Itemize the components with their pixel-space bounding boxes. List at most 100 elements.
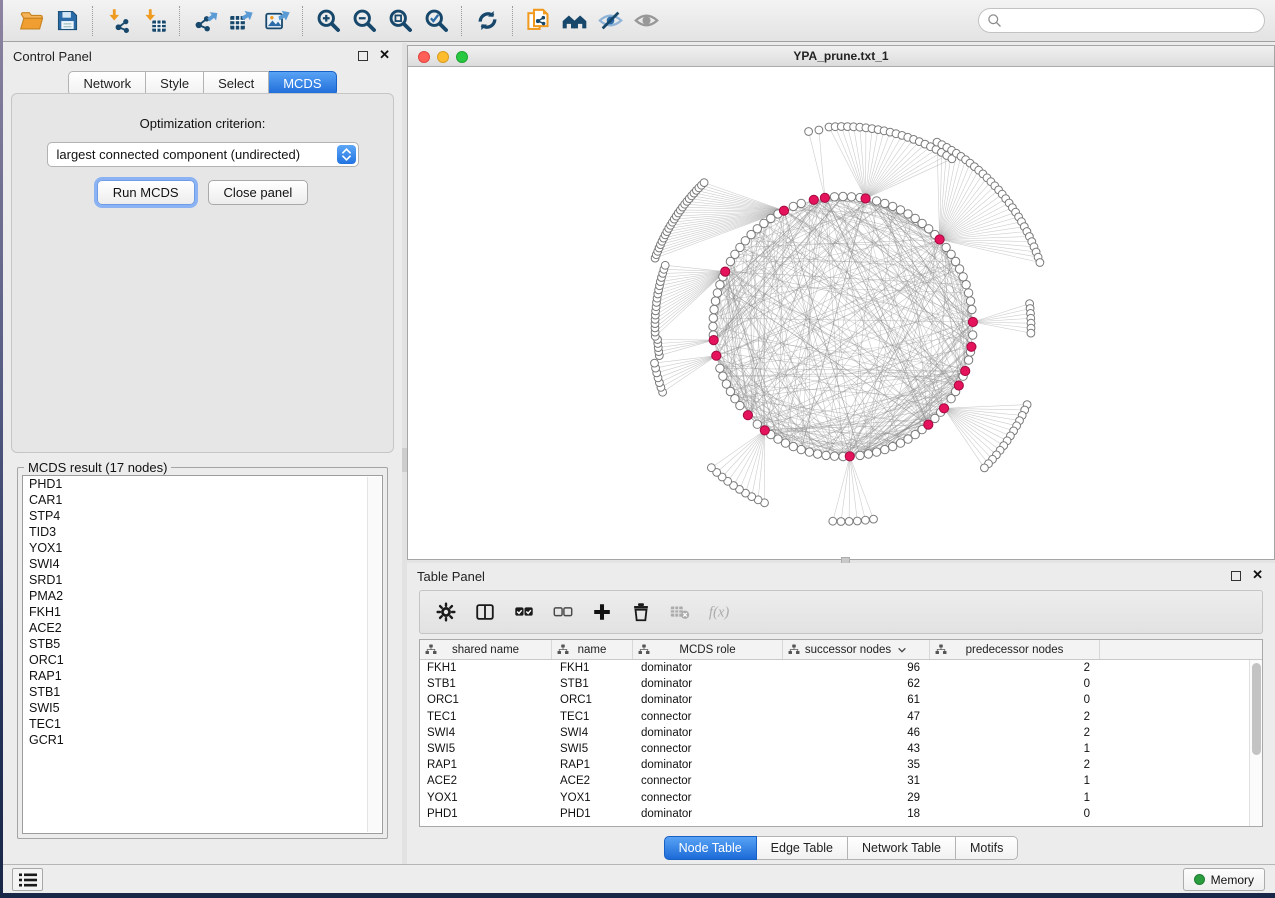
export-network-button[interactable] <box>187 4 223 38</box>
mcds-result-item[interactable]: FKH1 <box>23 604 382 620</box>
graph-node[interactable] <box>845 518 853 526</box>
graph-hub-node[interactable] <box>743 411 752 420</box>
maximize-window-icon[interactable] <box>456 51 468 63</box>
graph-node[interactable] <box>716 281 724 289</box>
graph-node[interactable] <box>829 517 837 525</box>
graph-node[interactable] <box>853 517 861 525</box>
column-header-MCDS-role[interactable]: MCDS role <box>633 640 783 659</box>
table-row[interactable]: SWI4SWI4dominator462 <box>420 725 1249 741</box>
run-mcds-button[interactable]: Run MCDS <box>97 180 195 205</box>
mcds-result-item[interactable]: RAP1 <box>23 668 382 684</box>
close-panel-button[interactable]: Close panel <box>208 180 309 205</box>
graph-node[interactable] <box>955 265 963 273</box>
graph-node[interactable] <box>881 445 889 453</box>
graph-hub-node[interactable] <box>939 404 948 413</box>
graph-hub-node[interactable] <box>820 193 829 202</box>
open-file-button[interactable] <box>13 4 49 38</box>
column-header-shared-name[interactable]: shared name <box>420 640 552 659</box>
graph-node[interactable] <box>889 202 897 210</box>
mcds-result-item[interactable]: ACE2 <box>23 620 382 636</box>
table-scrollbar-thumb[interactable] <box>1252 663 1261 755</box>
first-neighbors-button[interactable] <box>556 4 592 38</box>
graph-node[interactable] <box>700 179 708 187</box>
mcds-result-item[interactable]: ORC1 <box>23 652 382 668</box>
tab-motifs[interactable]: Motifs <box>956 836 1018 860</box>
zoom-out-button[interactable] <box>346 4 382 38</box>
export-image-button[interactable] <box>259 4 295 38</box>
graph-hub-node[interactable] <box>968 317 977 326</box>
close-panel-icon[interactable]: ✕ <box>379 47 390 63</box>
mcds-result-item[interactable]: STB5 <box>23 636 382 652</box>
zoom-selected-button[interactable] <box>418 4 454 38</box>
add-column-button[interactable] <box>590 600 614 624</box>
graph-node[interactable] <box>830 193 838 201</box>
graph-hub-node[interactable] <box>935 235 944 244</box>
graph-node[interactable] <box>896 439 904 447</box>
graph-node[interactable] <box>872 448 880 456</box>
mcds-result-item[interactable]: SWI4 <box>23 556 382 572</box>
mcds-result-item[interactable]: CAR1 <box>23 492 382 508</box>
mcds-result-item[interactable]: STB1 <box>23 684 382 700</box>
graph-node[interactable] <box>847 193 855 201</box>
close-table-panel-icon[interactable]: ✕ <box>1252 567 1263 583</box>
graph-node[interactable] <box>964 356 972 364</box>
graph-node[interactable] <box>716 364 724 372</box>
graph-node[interactable] <box>708 464 716 472</box>
graph-hub-node[interactable] <box>760 426 769 435</box>
mcds-list-scrollbar[interactable] <box>367 477 381 832</box>
deselect-all-button[interactable] <box>551 600 575 624</box>
import-table-button[interactable] <box>136 4 172 38</box>
table-row[interactable]: ACE2ACE2connector311 <box>420 773 1249 789</box>
graph-node[interactable] <box>805 128 813 136</box>
graph-hub-node[interactable] <box>709 336 718 345</box>
graph-node[interactable] <box>959 273 967 281</box>
select-all-button[interactable] <box>512 600 536 624</box>
graph-node[interactable] <box>962 281 970 289</box>
graph-hub-node[interactable] <box>712 351 721 360</box>
graph-hub-node[interactable] <box>924 420 933 429</box>
graph-node[interactable] <box>981 464 989 472</box>
float-panel-icon[interactable] <box>358 51 368 61</box>
graph-node[interactable] <box>839 192 847 200</box>
graph-node[interactable] <box>1027 329 1035 337</box>
graph-node[interactable] <box>789 202 797 210</box>
graph-node[interactable] <box>822 451 830 459</box>
mcds-result-item[interactable]: PMA2 <box>23 588 382 604</box>
hide-selected-button[interactable] <box>592 4 628 38</box>
graph-node[interactable] <box>830 452 838 460</box>
mcds-result-item[interactable]: GCR1 <box>23 732 382 748</box>
export-table-button[interactable] <box>223 4 259 38</box>
table-scrollbar[interactable] <box>1249 660 1262 826</box>
clone-network-button[interactable] <box>520 4 556 38</box>
graph-node[interactable] <box>709 314 717 322</box>
graph-node[interactable] <box>753 420 761 428</box>
table-row[interactable]: FKH1FKH1dominator962 <box>420 660 1249 676</box>
graph-node[interactable] <box>815 126 823 134</box>
save-session-button[interactable] <box>49 4 85 38</box>
import-network-button[interactable] <box>100 4 136 38</box>
mcds-result-item[interactable]: STP4 <box>23 508 382 524</box>
graph-node[interactable] <box>713 289 721 297</box>
mcds-result-item[interactable]: PHD1 <box>23 476 382 492</box>
graph-node[interactable] <box>651 359 659 367</box>
zoom-in-button[interactable] <box>310 4 346 38</box>
settings-button[interactable] <box>434 600 458 624</box>
table-row[interactable]: PHD1PHD1dominator180 <box>420 806 1249 822</box>
graph-node[interactable] <box>964 289 972 297</box>
table-row[interactable]: SWI5SWI5connector431 <box>420 741 1249 757</box>
optimization-criterion-select[interactable]: largest connected component (undirected) <box>47 142 359 167</box>
graph-hub-node[interactable] <box>967 342 976 351</box>
float-table-panel-icon[interactable] <box>1231 571 1241 581</box>
graph-node[interactable] <box>813 450 821 458</box>
network-canvas[interactable] <box>408 67 1274 559</box>
graph-node[interactable] <box>872 197 880 205</box>
show-panels-list-button[interactable] <box>12 868 43 891</box>
mcds-result-item[interactable]: SWI5 <box>23 700 382 716</box>
column-header-successor-nodes[interactable]: successor nodes <box>783 640 930 659</box>
graph-node[interactable] <box>837 518 845 526</box>
column-header-predecessor-nodes[interactable]: predecessor nodes <box>930 640 1100 659</box>
graph-node[interactable] <box>889 442 897 450</box>
switch-panel-button[interactable] <box>473 600 497 624</box>
tab-edge-table[interactable]: Edge Table <box>757 836 848 860</box>
graph-node[interactable] <box>870 515 878 523</box>
